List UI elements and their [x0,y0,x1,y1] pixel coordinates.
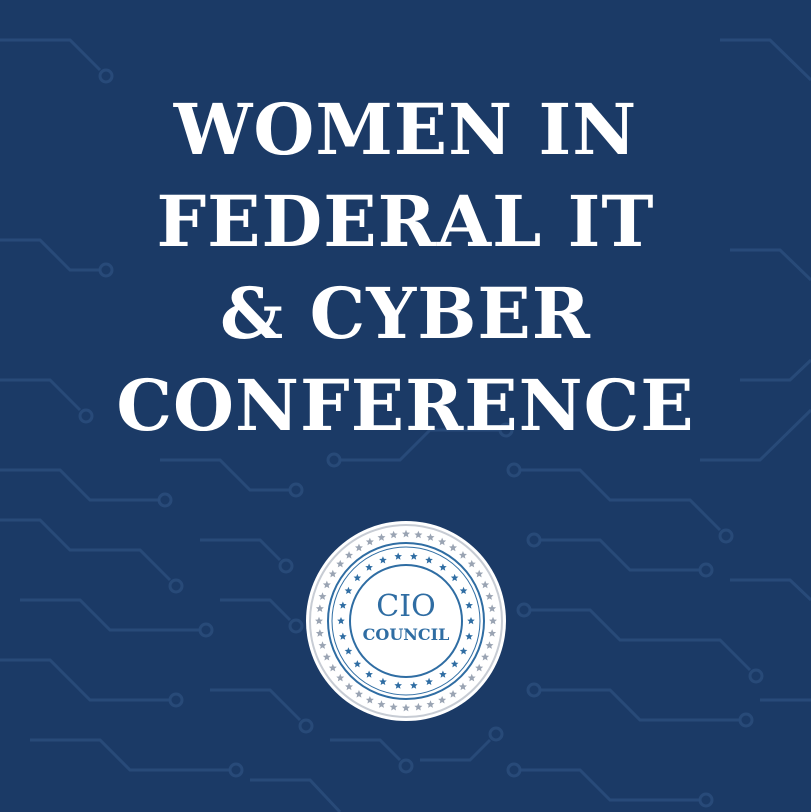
title-line-3: & CYBER [220,272,591,355]
conference-graphic: WOMEN IN FEDERAL IT & CYBER CONFERENCE C… [0,0,811,812]
title-line-1: WOMEN IN [173,88,638,171]
title-line-2: FEDERAL IT [156,180,655,263]
cio-council-seal: CIO COUNCIL [305,520,507,722]
seal-text-cio: CIO [376,589,435,624]
title-line-4: CONFERENCE [116,364,695,447]
conference-title: WOMEN IN FEDERAL IT & CYBER CONFERENCE [0,84,811,452]
seal-text-council: COUNCIL [363,625,450,644]
